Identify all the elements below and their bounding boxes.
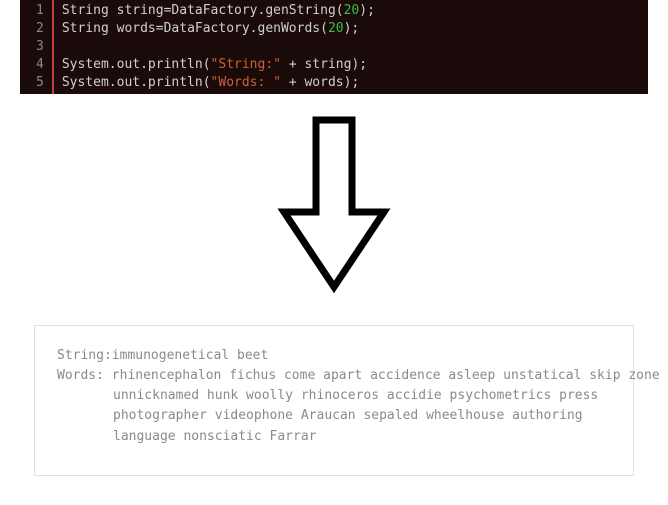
output-string-label: String: [57,348,112,363]
line-number: 1 [36,2,44,20]
output-words-cont: photographer videophone Araucan sepaled … [57,406,611,426]
code-line: System.out.println("Words: " + words); [62,74,640,92]
output-words-line: Words: rhinencephalon fichus come apart … [57,366,611,386]
code-line: String words=DataFactory.genWords(20); [62,20,640,38]
code-line: String string=DataFactory.genString(20); [62,2,640,20]
line-number: 3 [36,38,44,56]
line-number: 4 [36,56,44,74]
code-editor: 1 2 3 4 5 String string=DataFactory.genS… [20,0,648,94]
output-words-cont: language nonsciatic Farrar [57,427,611,447]
line-number: 2 [36,20,44,38]
line-number-gutter: 1 2 3 4 5 [20,0,54,94]
output-words-value: rhinencephalon fichus come apart acciden… [112,368,660,383]
code-line [62,38,640,56]
down-arrow-icon [274,112,394,297]
output-words-cont: unnicknamed hunk woolly rhinoceros accid… [57,386,611,406]
console-output: String:immunogenetical beet Words: rhine… [34,325,634,476]
output-string-value: immunogenetical beet [112,348,269,363]
output-words-label: Words: [57,368,112,383]
code-body: String string=DataFactory.genString(20);… [54,0,648,94]
arrow-container [0,94,668,325]
output-string-line: String:immunogenetical beet [57,346,611,366]
code-line: System.out.println("String:" + string); [62,56,640,74]
line-number: 5 [36,74,44,92]
